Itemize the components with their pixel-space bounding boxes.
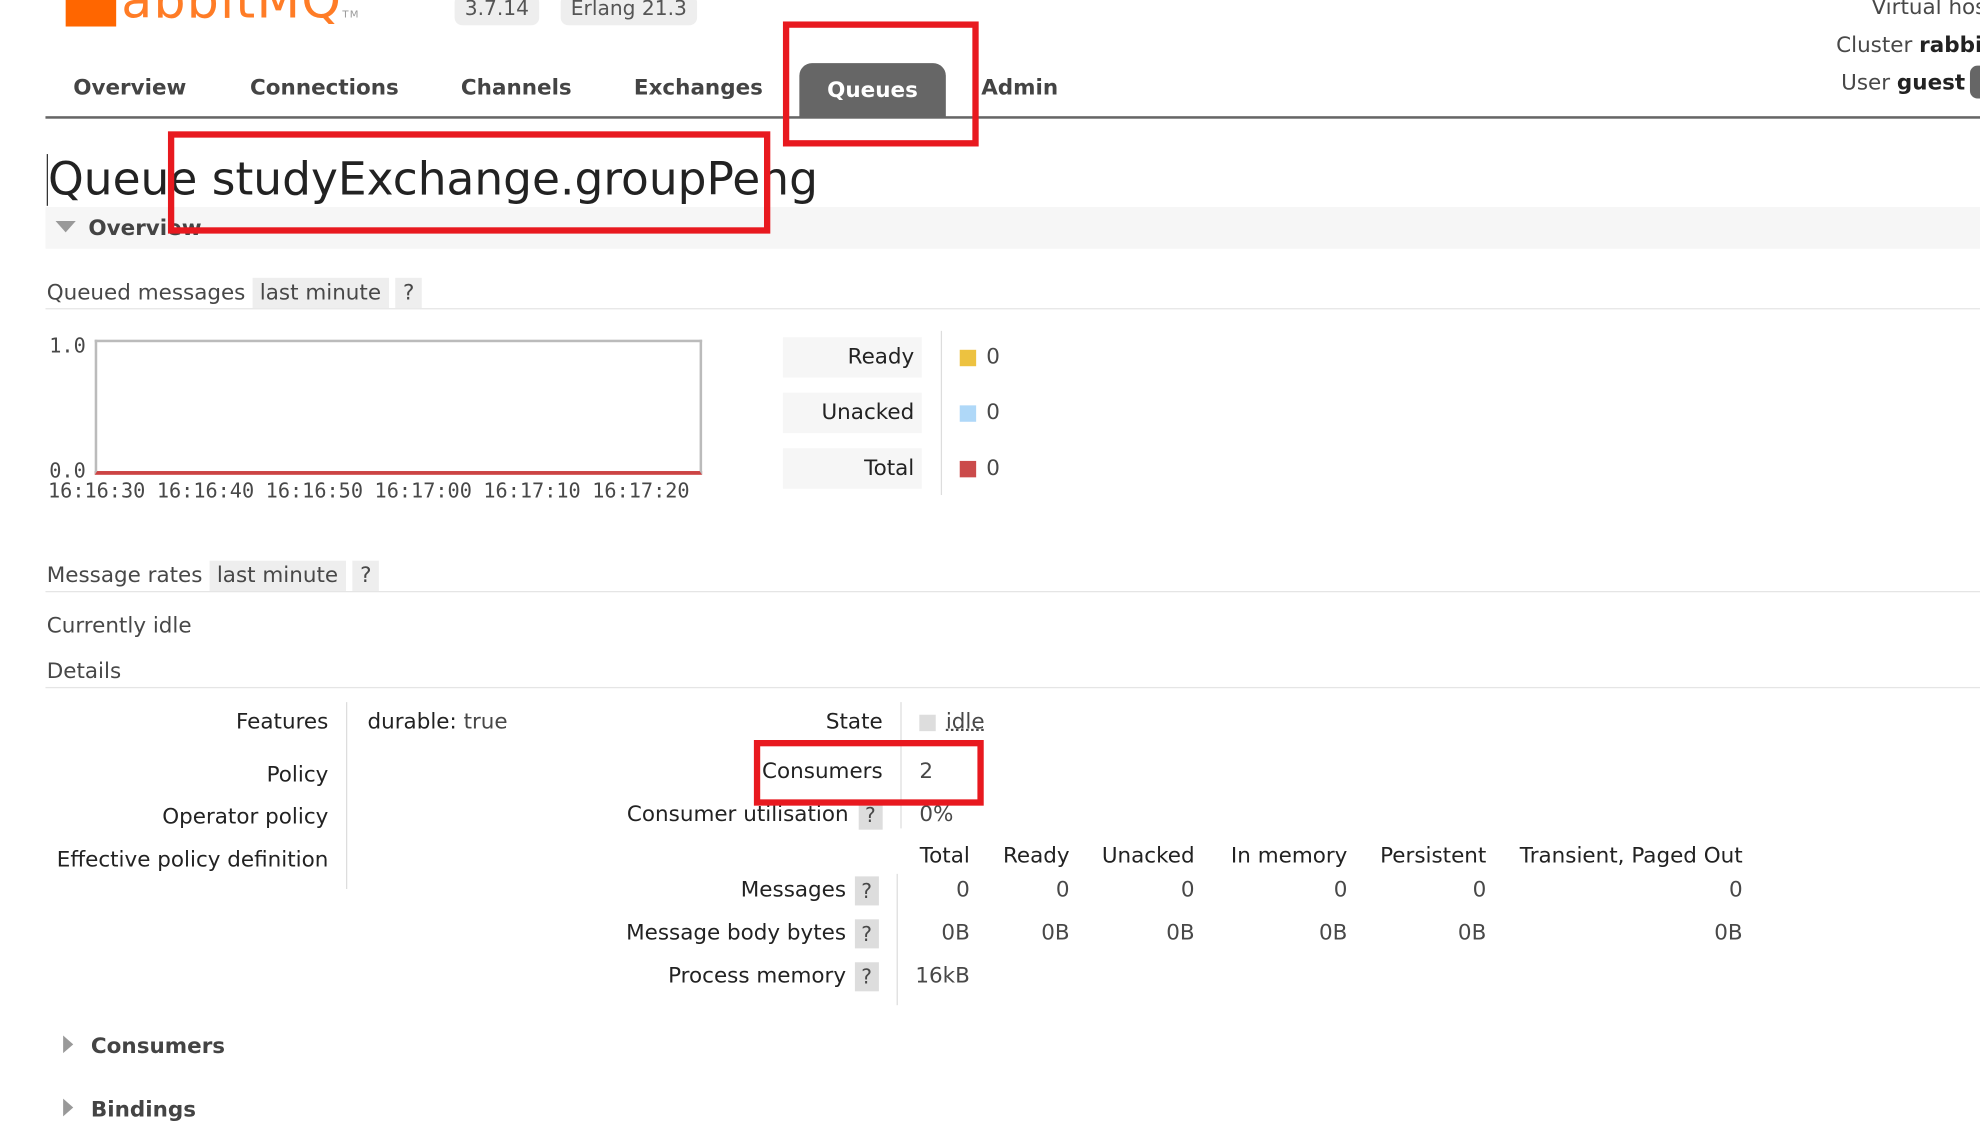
table-cell: 0B: [941, 920, 970, 946]
state-indicator-icon: [919, 714, 936, 732]
divider: [346, 702, 348, 890]
row-label: Process memory: [668, 963, 847, 989]
message-rates-label: Message rates: [46, 563, 203, 589]
logout-button[interactable]: [1969, 65, 1980, 99]
triangle-right-icon: [63, 1035, 74, 1054]
triangle-down-icon: [55, 220, 76, 233]
tab-channels[interactable]: Channels: [461, 76, 572, 101]
virtual-host-label: Virtual host: [1871, 0, 1980, 21]
x-tick: 16:17:20: [592, 478, 690, 503]
consumers-section-toggle[interactable]: Consumers: [63, 1034, 225, 1059]
legend-label: Unacked: [782, 392, 922, 434]
help-button[interactable]: ?: [854, 919, 879, 949]
divider: [45, 590, 1980, 593]
x-tick: 16:17:10: [483, 478, 581, 503]
feature-value: true: [463, 709, 508, 735]
message-rates-header: Message rates last minute ?: [46, 560, 380, 591]
table-cell: 0: [956, 877, 970, 903]
effective-policy-label: Effective policy definition: [56, 847, 329, 873]
operator-policy-label: Operator policy: [162, 804, 329, 830]
table-cell: 0B: [1714, 920, 1743, 946]
cluster-label: Cluster: [1836, 32, 1913, 59]
legend-swatch: [959, 460, 977, 478]
divider: [45, 308, 1980, 310]
legend-swatch: [959, 405, 977, 422]
x-tick: 16:16:50: [265, 478, 363, 503]
features-value: durable: true: [367, 710, 507, 735]
column-header: Unacked: [1101, 843, 1195, 869]
legend-value: 0: [986, 344, 1000, 371]
table-cell: 0B: [1166, 920, 1195, 946]
table-cell: 0B: [1319, 920, 1348, 946]
table-cell: 0: [1472, 877, 1487, 903]
legend-value: 0: [986, 400, 1000, 426]
y-tick: 1.0: [49, 333, 86, 358]
column-header: Ready: [1002, 843, 1070, 869]
user-info: User guest: [1841, 71, 1965, 96]
legend-swatch: [959, 349, 977, 367]
state-label: State: [825, 709, 883, 735]
feature-key: durable:: [367, 709, 457, 735]
table-cell: 0: [1055, 877, 1070, 903]
x-tick: 16:16:30: [47, 478, 146, 503]
legend-label: Ready: [782, 337, 922, 378]
cluster-info: Cluster rabbi: [1836, 33, 1980, 58]
range-selector[interactable]: last minute: [209, 560, 346, 591]
legend-label: Total: [782, 448, 922, 489]
divider: [896, 873, 898, 1006]
x-tick: 16:16:40: [156, 478, 255, 503]
table-cell: 0: [1180, 877, 1195, 903]
queued-messages-header: Queued messages last minute ?: [46, 277, 423, 309]
table-cell: 0B: [1457, 920, 1487, 946]
annotation-box-queue-name: [167, 131, 771, 234]
divider: [45, 686, 1980, 689]
tab-connections[interactable]: Connections: [250, 76, 399, 101]
help-button[interactable]: ?: [352, 560, 380, 591]
queued-messages-label: Queued messages: [46, 280, 246, 306]
table-cell: 0: [1333, 877, 1348, 903]
queued-messages-chart: [94, 339, 703, 475]
bindings-section-toggle[interactable]: Bindings: [63, 1097, 197, 1123]
state-value: idle: [945, 709, 985, 735]
cluster-value: rabbi: [1919, 32, 1980, 59]
legend-value: 0: [986, 455, 1000, 482]
x-tick: 16:17:00: [374, 478, 472, 503]
policy-label: Policy: [266, 762, 329, 788]
divider: [940, 330, 943, 496]
annotation-box-queues-tab: [782, 21, 979, 147]
annotation-box-consumers: [753, 740, 984, 806]
consumers-section-label: Consumers: [90, 1034, 226, 1060]
rates-status: Currently idle: [46, 613, 192, 639]
erlang-badge: Erlang 21.3: [560, 0, 698, 26]
column-header: Transient, Paged Out: [1519, 843, 1743, 869]
features-label: Features: [236, 709, 329, 735]
bindings-section-label: Bindings: [90, 1097, 197, 1123]
tab-overview[interactable]: Overview: [73, 76, 186, 101]
tab-exchanges[interactable]: Exchanges: [634, 76, 763, 101]
help-button[interactable]: ?: [854, 876, 879, 906]
nav-divider: [45, 116, 1980, 119]
help-button[interactable]: ?: [854, 962, 879, 992]
triangle-right-icon: [63, 1098, 74, 1117]
table-cell: 0B: [1041, 920, 1070, 946]
column-header: Persistent: [1380, 843, 1487, 869]
column-header: In memory: [1230, 843, 1348, 869]
rabbitmq-logo: abbitMQTM: [65, 0, 360, 30]
table-cell: 16kB: [915, 963, 970, 989]
details-label: Details: [46, 659, 122, 685]
table-cell: 0: [1728, 877, 1743, 903]
tab-admin[interactable]: Admin: [981, 76, 1058, 101]
user-value: guest: [1896, 70, 1966, 96]
row-label: Message body bytes: [626, 920, 847, 946]
version-badge: 3.7.14: [454, 0, 540, 26]
user-label: User: [1841, 70, 1891, 96]
range-selector[interactable]: last minute: [252, 277, 389, 309]
column-header: Total: [919, 843, 970, 869]
row-label: Messages: [740, 877, 847, 903]
help-button[interactable]: ?: [395, 277, 423, 309]
